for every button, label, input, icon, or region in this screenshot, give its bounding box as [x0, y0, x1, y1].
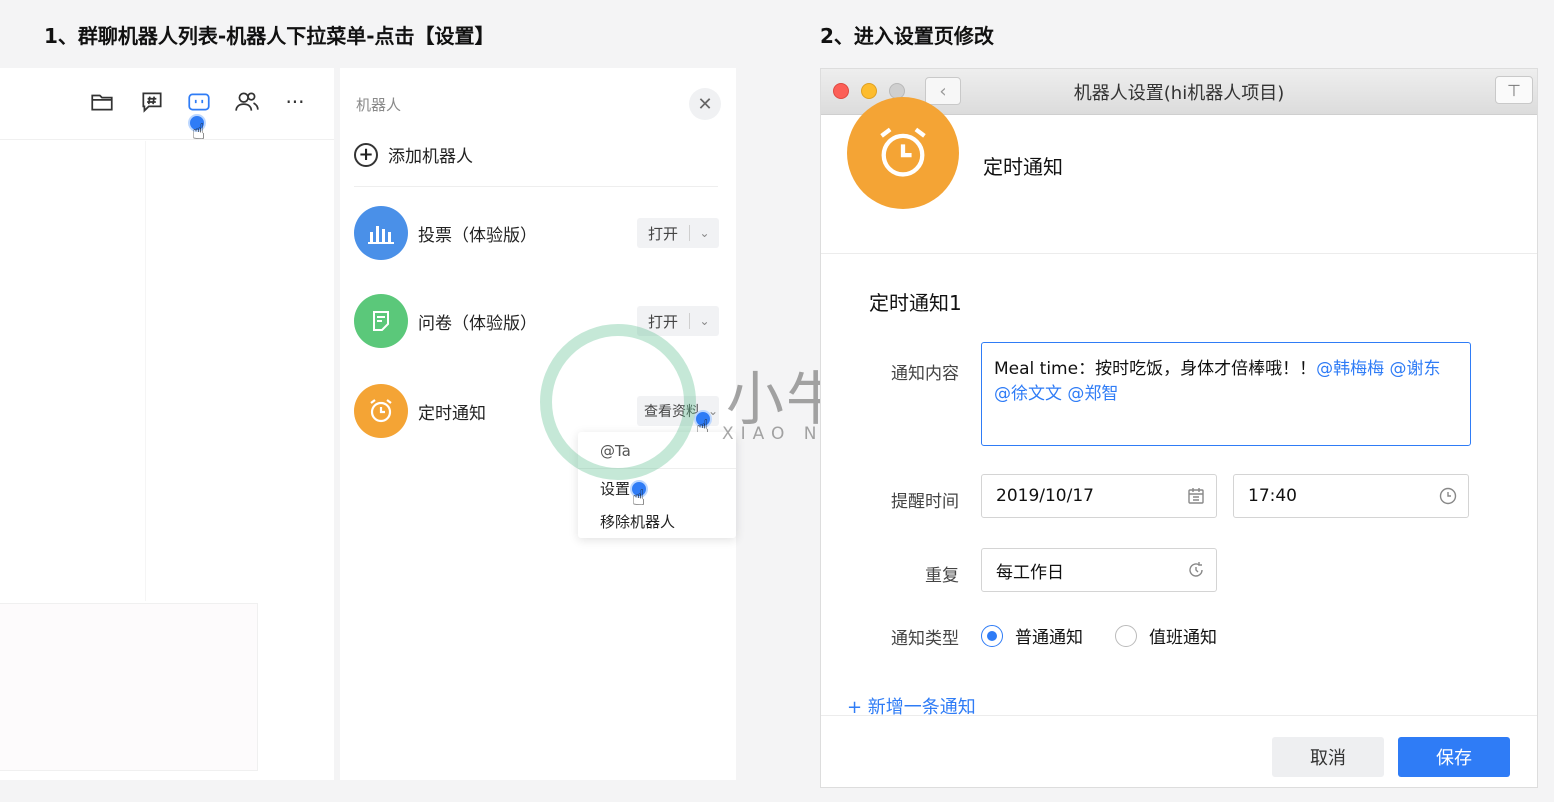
content-label: 通知内容	[891, 364, 959, 384]
repeat-icon	[1186, 560, 1206, 580]
radio-label: 值班通知	[1149, 628, 1217, 648]
chat-input-area	[0, 603, 258, 771]
radio-duty-notice[interactable]: 值班通知	[1115, 623, 1217, 648]
repeat-label: 重复	[925, 566, 959, 586]
settings-window: ‹ 机器人设置(hi机器人项目) ⊤ 定时通知 定时通知1 通知内容 Meal …	[820, 68, 1538, 788]
time-value: 17:40	[1248, 486, 1297, 506]
radio-label: 普通通知	[1015, 628, 1083, 648]
content-text: Meal time：按时吃饭，身体才倍棒哦！！	[994, 359, 1317, 379]
mention: @徐文文	[994, 384, 1062, 404]
chevron-down-icon[interactable]: ⌄	[690, 226, 719, 240]
save-button[interactable]: 保存	[1398, 737, 1510, 777]
survey-icon	[354, 294, 408, 348]
mention: @郑智	[1067, 384, 1119, 404]
add-bot-button[interactable]: + 添加机器人	[354, 142, 473, 167]
topic-icon[interactable]	[138, 88, 166, 116]
open-label: 打开	[647, 224, 678, 243]
notice-type-label: 通知类型	[891, 629, 959, 649]
step1-title: 1、群聊机器人列表-机器人下拉菜单-点击【设置】	[44, 24, 495, 48]
hand-cursor-icon: ☝	[632, 486, 646, 511]
bot-name: 问卷（体验版）	[418, 314, 537, 334]
cancel-button[interactable]: 取消	[1272, 737, 1384, 777]
more-icon[interactable]: ···	[281, 88, 309, 116]
date-input[interactable]: 2019/10/17	[981, 474, 1217, 518]
vote-icon	[354, 206, 408, 260]
chat-list-strip	[0, 141, 146, 601]
time-input[interactable]: 17:40	[1233, 474, 1469, 518]
chevron-down-icon[interactable]: ⌄	[690, 314, 719, 328]
menu-item-remove[interactable]: 移除机器人	[600, 511, 675, 532]
radio-checked-icon	[981, 624, 1003, 647]
folder-icon[interactable]	[88, 88, 116, 116]
clock-icon	[1438, 486, 1458, 506]
pin-top-button[interactable]: ⊤	[1495, 76, 1533, 104]
bot-name: 投票（体验版）	[418, 226, 537, 246]
alarm-clock-icon	[354, 384, 408, 438]
robot-icon[interactable]	[185, 88, 213, 116]
menu-item-settings[interactable]: 设置	[600, 478, 630, 499]
date-value: 2019/10/17	[996, 486, 1094, 506]
add-circle-icon: +	[354, 142, 378, 167]
repeat-select[interactable]: 每工作日	[981, 548, 1217, 592]
remind-time-label: 提醒时间	[891, 492, 959, 512]
chat-toolbar: ··· ☝	[0, 68, 334, 145]
divider	[821, 715, 1537, 716]
members-icon[interactable]	[233, 88, 261, 116]
bot-title: 定时通知	[983, 155, 1063, 179]
window-title: 机器人设置(hi机器人项目)	[1073, 83, 1285, 104]
bot-row-vote: 投票（体验版） 打开 ⌄	[354, 206, 720, 260]
watermark-logo	[540, 324, 696, 480]
hand-cursor-icon: ☝	[192, 120, 206, 145]
radio-unchecked-icon	[1115, 624, 1137, 647]
close-button[interactable]: ✕	[689, 88, 721, 120]
bot-name: 定时通知	[418, 404, 486, 424]
step2-title: 2、进入设置页修改	[820, 24, 994, 48]
mention: @谢东	[1389, 359, 1441, 379]
section-title: 定时通知1	[869, 291, 962, 315]
mention: @韩梅梅	[1316, 359, 1385, 379]
radio-normal-notice[interactable]: 普通通知	[981, 623, 1083, 648]
divider	[354, 186, 718, 187]
open-button[interactable]: 打开 ⌄	[637, 218, 719, 248]
calendar-icon	[1186, 486, 1206, 506]
content-textarea[interactable]: Meal time：按时吃饭，身体才倍棒哦！！@韩梅梅 @谢东 @徐文文 @郑智	[981, 342, 1471, 446]
add-bot-label: 添加机器人	[388, 147, 473, 167]
chat-area: ··· ☝	[0, 68, 334, 780]
panel-title: 机器人	[356, 96, 402, 114]
divider	[821, 253, 1537, 254]
alarm-clock-icon	[847, 97, 959, 209]
repeat-value: 每工作日	[996, 562, 1064, 583]
